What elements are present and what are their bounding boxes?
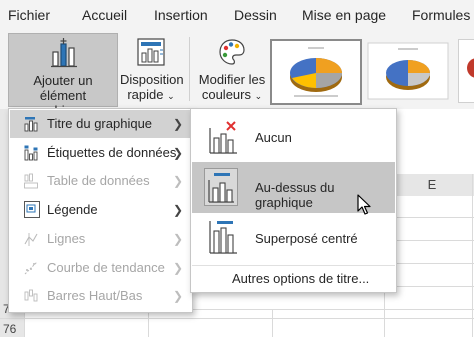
quick-layout-label-1: Disposition: [120, 72, 184, 87]
chevron-right-icon: ❯: [172, 117, 183, 131]
chart-style-thumbnail-1[interactable]: [270, 39, 362, 105]
pie-chart-icon: [367, 42, 449, 100]
menu-item-up-down-bars-label: Barres Haut/Bas: [47, 288, 143, 303]
change-colors-label-2: couleurs: [201, 87, 251, 102]
chevron-right-icon: ❯: [172, 174, 183, 188]
tab-fichier[interactable]: Fichier: [8, 7, 50, 23]
change-colors-label-1: Modifier les: [198, 72, 266, 87]
pie-chart-icon: [467, 58, 474, 78]
trendline-icon: [24, 261, 38, 275]
menu-item-chart-title[interactable]: Titre du graphique ❯: [10, 110, 191, 138]
submenu-option-centered-overlay[interactable]: Superposé centré: [192, 213, 395, 263]
submenu-option-centered-overlay-label: Superposé centré: [255, 231, 358, 246]
menu-item-data-table-label: Table de données: [47, 173, 150, 188]
chart-no-title-icon: [209, 121, 237, 154]
add-chart-element-button[interactable]: Ajouter un élément graphique ⌄: [8, 33, 118, 118]
menu-item-lines-label: Lignes: [47, 231, 86, 246]
quick-layout-button[interactable]: Disposition rapide ⌄: [120, 33, 184, 105]
chart-title-icon: [24, 117, 38, 132]
pie-chart-icon: [290, 47, 342, 97]
menu-item-data-table[interactable]: Table de données ❯: [10, 167, 191, 195]
add-chart-element-icon: [51, 38, 77, 68]
legend-icon: [24, 201, 40, 218]
grid-line: [272, 309, 273, 337]
ribbon: Ajouter un élément graphique ⌄ Dispositi…: [0, 31, 474, 118]
tab-insertion[interactable]: Insertion: [154, 7, 208, 23]
chart-style-thumbnail-3[interactable]: [458, 39, 474, 103]
chevron-right-icon: ❯: [172, 261, 183, 275]
chevron-right-icon: ❯: [172, 232, 183, 246]
submenu-option-none-label: Aucun: [255, 130, 292, 145]
chevron-right-icon: ❯: [172, 203, 183, 217]
submenu-divider: [192, 265, 395, 266]
menu-item-lines[interactable]: Lignes ❯: [10, 225, 191, 253]
menu-item-data-labels-label: Étiquettes de données: [47, 145, 177, 160]
chevron-right-icon: ❯: [172, 146, 183, 160]
chevron-right-icon: ❯: [172, 289, 183, 303]
ribbon-separator: [189, 37, 190, 101]
menu-item-trendline[interactable]: Courbe de tendance ❯: [10, 254, 191, 282]
column-header-e[interactable]: E: [412, 177, 452, 192]
more-title-options-label: Autres options de titre...: [232, 271, 370, 286]
grid-line: [0, 318, 474, 319]
chevron-down-icon: ⌄: [254, 91, 263, 101]
row-header-76[interactable]: 76: [3, 322, 16, 336]
data-table-icon: [24, 173, 38, 189]
menu-item-data-labels[interactable]: Étiquettes de données ❯: [10, 139, 191, 167]
menu-item-up-down-bars[interactable]: Barres Haut/Bas ❯: [10, 282, 191, 310]
grid-line: [148, 309, 149, 337]
grid-line: [472, 174, 473, 337]
menu-item-legend[interactable]: Légende ❯: [10, 196, 191, 224]
add-chart-element-label-1: Ajouter un élément: [33, 73, 93, 103]
chart-style-thumbnail-2[interactable]: [366, 39, 450, 101]
submenu-option-above-chart-label: Au-dessus du graphique: [255, 180, 335, 210]
add-chart-element-menu: Titre du graphique ❯ Étiquettes de donné…: [8, 108, 193, 313]
tab-accueil[interactable]: Accueil: [82, 7, 127, 23]
chart-title-above-icon: [204, 168, 238, 206]
change-colors-button[interactable]: Modifier les couleurs ⌄: [196, 33, 268, 105]
tab-formules[interactable]: Formules: [412, 7, 470, 23]
tab-dessin[interactable]: Dessin: [234, 7, 277, 23]
menu-item-chart-title-label: Titre du graphique: [47, 116, 153, 131]
palette-icon: [219, 39, 245, 65]
menu-item-legend-label: Légende: [47, 202, 98, 217]
tab-mise-en-page[interactable]: Mise en page: [302, 7, 386, 23]
submenu-option-none[interactable]: Aucun: [192, 112, 395, 162]
quick-layout-icon: [137, 38, 165, 66]
more-title-options[interactable]: Autres options de titre...: [192, 267, 395, 291]
data-labels-icon: [24, 145, 38, 161]
ribbon-tab-bar: Fichier Accueil Insertion Dessin Mise en…: [0, 0, 474, 31]
chevron-down-icon: ⌄: [167, 91, 175, 101]
chart-title-overlay-icon: [209, 221, 237, 254]
up-down-bars-icon: [24, 289, 38, 302]
mouse-pointer-icon: [357, 194, 371, 215]
quick-layout-label-2: rapide: [127, 87, 164, 102]
lines-icon: [24, 233, 38, 246]
menu-item-trendline-label: Courbe de tendance: [47, 260, 165, 275]
